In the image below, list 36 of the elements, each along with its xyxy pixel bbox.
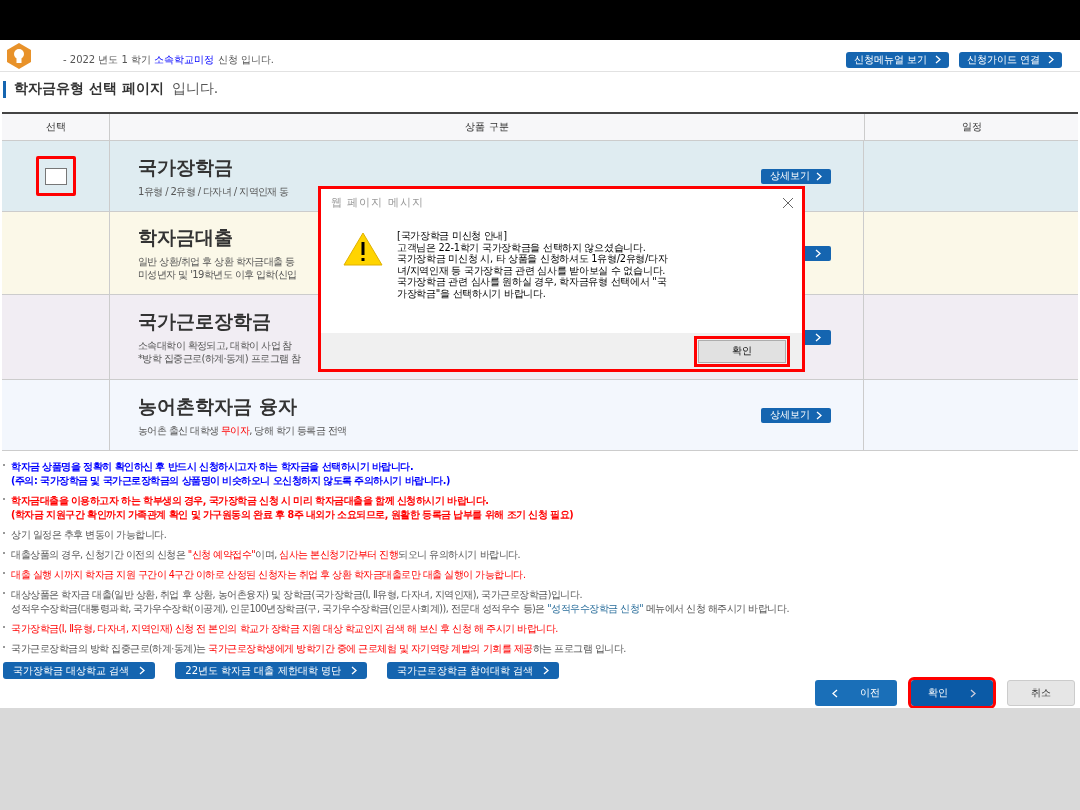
product-title: 국가근로장학금 [138,309,272,334]
dialog-title: 웹 페이지 메시지 [331,195,424,210]
notice-paragraph: 국가근로장학금의 방학 집중근로(하계·동계)는 국가근로장학생에게 방학기간 중에 근로체험 및 자기역량 계발의 기회를 제공하는 프로그램 입니다. [11,642,626,656]
guide-button[interactable]: 신청가이드 연결 [958,51,1062,68]
title-suffix: 입니다. [171,80,219,98]
search-link-button[interactable]: 22년도 학자금 대출 제한대학 명단 [175,662,367,679]
product-description: 소속대학이 확정되고, 대학이 사업 참 [138,339,293,352]
product-description: 1유형 / 2유형 / 다자녀 / 지역인재 동 [138,184,289,198]
product-description: 미성년자 및 '19학년도 이후 입학(신입 [138,268,297,281]
notice-paragraph: 학자금대출을 이용하고자 하는 학부생의 경우, 국가장학금 신청 시 미리 학자금대출을 함께 신청하시기 바랍니다. (학자금 지원구간 확인까지 가족관계 확인 및 가구원동의 완료 후 8주 내외가 소요되므로, 원활한 등록금 납부를 위해 조기 신청 필요) [11,494,574,522]
column-header: 일정 [960,120,983,134]
notice-paragraph: 대출 실행 시까지 학자금 지원 구간이 4구간 이하로 산정된 신청자는 취업 후 상환 학자금대출로만 대출 실행이 가능합니다. [11,568,526,582]
detail-button[interactable]: 상세보기 [761,168,831,184]
detail-button[interactable]: 상세보기 [761,407,831,423]
prev-button[interactable]: 이전 [815,680,897,706]
column-header: 선택 [2,114,110,140]
product-title: 학자금대출 [138,225,234,250]
search-link-button[interactable]: 국가장학금 대상학교 검색 [3,662,156,679]
product-description: *방학 집중근로(하계·동계) 프로그램 참 [138,352,301,365]
page-title: 학자금유형 선택 페이지 [14,80,164,98]
notice-paragraph: 상기 일정은 추후 변동이 가능합니다. [11,528,167,542]
column-header: 상품 구분 [110,114,865,140]
next-button[interactable]: 확인 [911,680,993,706]
notice-paragraph: 대출상품의 경우, 신청기간 이전의 신청은 "신청 예약접수"이며, 심사는 본신청기간부터 진행되오니 유의하시기 바랍니다. [11,548,521,562]
notice-text: - 2022 년도 1 학기 소속학교미정 신청 입니다. [63,52,275,67]
cancel-button[interactable]: 취소 [1007,680,1075,706]
dialog-message: [국가장학금 미신청 안내] 고객님은 22-1학기 국가장학금을 선택하지 않으셨습니다. 국가장학금 미신청 시, 타 상품을 신청하셔도 1유형/2유형/다자 녀/지역인재 등 국가장학금 관련 심사를 받아보실 수 없습니다. 국가장학금 관련 심사를 원하실 경우, 학자금유형 선택에서 "국 가장학금"을 선택하시기 바랍니다. [397,230,668,301]
notice-paragraph: 학자금 상품명을 정확히 확인하신 후 반드시 신청하시고자 하는 학자금을 선택하시기 바랍니다. (주의: 국가장학금 및 국가근로장학금의 상품명이 비슷하오니 오신청하지 않도록 주의하시기 바랍니다.) [11,460,450,488]
notice-paragraph: 국가장학금(Ⅰ, Ⅱ유형, 다자녀, 지역인재) 신청 전 본인의 학교가 장학금 지원 대상 학교인지 검색 해 보신 후 신청 해 주시기 바랍니다. [11,622,558,636]
product-description: 일반 상환/취업 후 상환 학자금대출 등 [138,255,296,268]
notice-paragraph: 대상상품은 학자금 대출(일반 상환, 취업 후 상환, 농어촌융자) 및 장학금(국가장학금(Ⅰ, Ⅱ유형, 다자녀, 지역인재), 국가근로장학금)입니다. 성적우수장학금(대통령과학, 국가우수장학(이공계), 인문100년장학금(구, 국가우수장학금(인문사회계)), 전문대 성적우수 등)은 "성적우수장학금 신청" 메뉴에서 신청 해주시기 바랍니다. [11,588,789,616]
product-title: 농어촌학자금 융자 [138,393,298,419]
product-title: 국가장학금 [138,154,234,180]
product-description: 농어촌 출신 대학생 무이자, 당해 학기 등록금 전액 [138,423,347,437]
search-link-button[interactable]: 국가근로장학금 참여대학 검색 [386,662,560,679]
guide-button[interactable]: 신청메뉴얼 보기 [845,51,949,68]
